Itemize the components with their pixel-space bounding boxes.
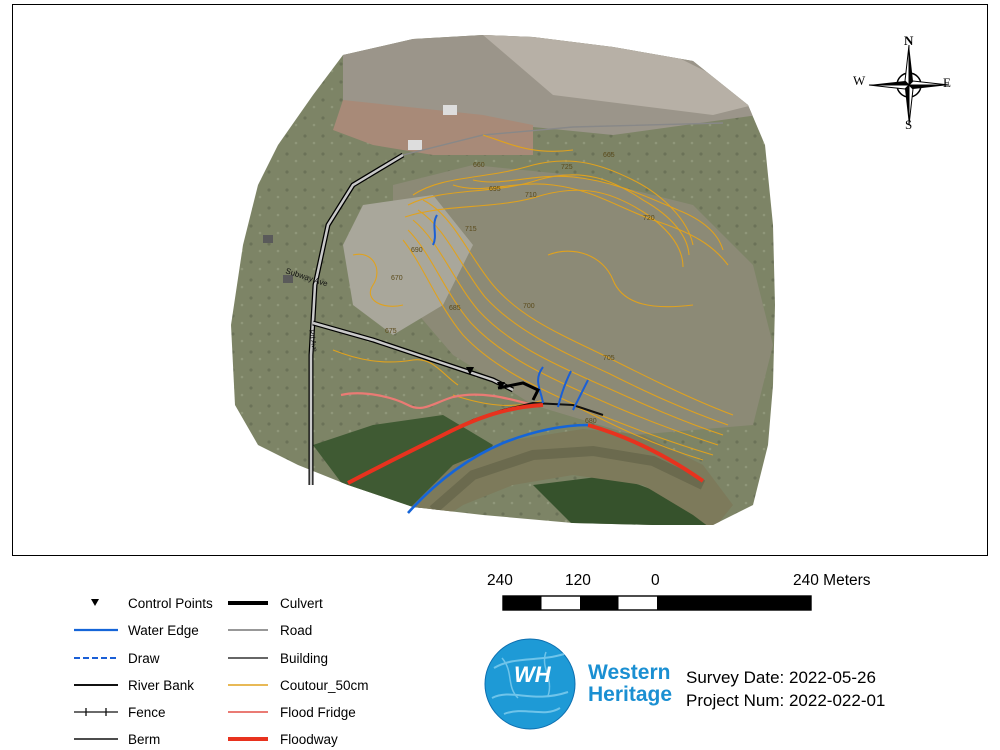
scale-bar-segment <box>503 596 542 610</box>
legend-item: Draw <box>70 648 160 668</box>
project-number: Project Num: 2022-022-01 <box>686 691 886 710</box>
contour-label: 690 <box>411 247 423 254</box>
map-frame[interactable]: 660 665 670 675 680 685 690 695 700 705 … <box>12 4 988 556</box>
legend-item: Control Points <box>70 593 213 613</box>
compass-east: E <box>943 75 951 90</box>
legend-item: Water Edge <box>70 620 199 640</box>
scale-bar-segment <box>580 596 619 610</box>
contour-label: 710 <box>525 192 537 199</box>
compass-west: W <box>853 73 866 88</box>
contour-label: 705 <box>603 355 615 362</box>
line-fence-icon <box>74 708 118 716</box>
line-dark-icon <box>228 657 268 659</box>
legend-item: Flood Fridge <box>226 702 356 722</box>
legend-label: Coutour_50cm <box>280 677 369 693</box>
scale-label: 240 <box>487 572 513 589</box>
legend-item: Floodway <box>226 729 338 749</box>
scale-bar-graphic <box>502 595 812 611</box>
contour-label: 665 <box>603 152 615 159</box>
legend-item: Fence <box>70 702 166 722</box>
legend-label: Floodway <box>280 731 338 747</box>
triangle-down-icon <box>91 599 99 606</box>
aerial-imagery <box>231 35 775 525</box>
legend-label: Building <box>280 650 329 666</box>
compass-rose-icon <box>868 44 950 126</box>
scale-bar-segment <box>772 596 811 610</box>
logo-initials: WH <box>514 662 552 687</box>
line-blue-icon <box>74 628 118 632</box>
line-blue-dashed-icon <box>74 657 118 659</box>
line-black-thick-icon <box>228 601 268 605</box>
map-canvas[interactable]: 660 665 670 675 680 685 690 695 700 705 … <box>13 5 988 556</box>
legend-label: Road <box>280 622 313 638</box>
legend-item: Road <box>226 620 312 640</box>
line-black-icon <box>74 684 118 686</box>
line-orange-icon <box>228 684 268 686</box>
contour-label: 670 <box>391 275 403 282</box>
legend-label: Flood Fridge <box>280 704 356 720</box>
legend-label: Berm <box>128 731 161 747</box>
line-red-thick-icon <box>228 737 268 741</box>
legend-label: Control Points <box>128 595 213 611</box>
legend-item: Coutour_50cm <box>226 675 369 695</box>
contour-label: 720 <box>643 215 655 222</box>
legend-item: Building <box>226 648 328 668</box>
legend-label: Draw <box>128 650 160 666</box>
contour-label: 725 <box>561 164 573 171</box>
contour-label: 685 <box>449 305 461 312</box>
compass-north: N <box>904 33 914 48</box>
legend-label: Culvert <box>280 595 323 611</box>
contour-label: 715 <box>465 226 477 233</box>
north-arrow: N S W E <box>853 33 959 135</box>
map-legend: Control Points Water Edge Draw River Ban… <box>70 590 430 750</box>
scale-bar-segment <box>657 596 696 610</box>
legend-label: Fence <box>128 704 166 720</box>
contour-label: 660 <box>473 162 485 169</box>
contour-label: 700 <box>523 303 535 310</box>
wh-globe-icon: WH <box>484 638 576 730</box>
contour-label: 675 <box>385 328 397 335</box>
scale-bar-segment <box>695 596 734 610</box>
scale-label: 120 <box>565 572 591 589</box>
contour-label: 695 <box>489 186 501 193</box>
scale-bar: 240 120 0 240 Meters <box>480 572 900 622</box>
legend-item: Culvert <box>226 593 323 613</box>
line-black-thin-icon <box>74 738 118 740</box>
logo-word-western: Western <box>588 661 671 684</box>
survey-date: Survey Date: 2022-05-26 <box>686 668 876 687</box>
legend-label: River Bank <box>128 677 195 693</box>
scale-label: 0 <box>651 572 660 589</box>
scale-bar-segment <box>734 596 773 610</box>
line-pink-icon <box>228 711 268 713</box>
logo-word-heritage: Heritage <box>588 683 673 706</box>
company-logo: WH Western Heritage <box>484 638 684 730</box>
compass-south: S <box>905 117 913 132</box>
survey-info: Survey Date: 2022-05-26 Project Num: 202… <box>686 666 885 712</box>
legend-label: Water Edge <box>128 622 199 638</box>
legend-item: River Bank <box>70 675 194 695</box>
scale-label: 240 Meters <box>793 572 871 589</box>
legend-item: Berm <box>70 729 160 749</box>
line-gray-icon <box>228 629 268 631</box>
